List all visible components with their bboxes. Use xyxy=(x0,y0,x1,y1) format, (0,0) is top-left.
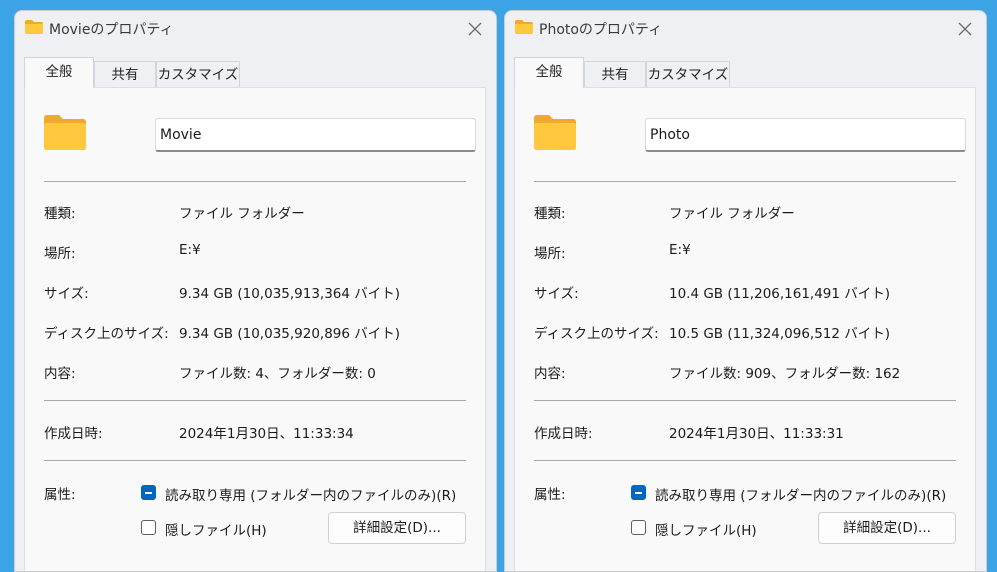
type-label: 種類: xyxy=(44,206,76,222)
hidden-checkbox[interactable] xyxy=(141,520,156,535)
type-value: ファイル フォルダー xyxy=(669,206,795,222)
size-label: サイズ: xyxy=(534,286,579,302)
disk-size-value: 10.5 GB (11,324,096,512 バイト) xyxy=(669,326,891,342)
location-value: E:¥ xyxy=(669,242,691,258)
title-bar[interactable]: Movieのプロパティ xyxy=(15,11,496,47)
created-label: 作成日時: xyxy=(44,426,103,442)
separator xyxy=(534,460,956,461)
large-folder-icon xyxy=(44,114,86,150)
hidden-checkbox[interactable] xyxy=(631,520,646,535)
readonly-label[interactable]: 読み取り専用 (フォルダー内のファイルのみ)(R) xyxy=(165,484,456,504)
readonly-label[interactable]: 読み取り専用 (フォルダー内のファイルのみ)(R) xyxy=(655,484,946,504)
general-panel: 種類: ファイル フォルダー 場所: E:¥ サイズ: 9.34 GB (10,… xyxy=(24,87,486,571)
tab-customize[interactable]: カスタマイズ xyxy=(646,61,730,87)
window-title: Photoのプロパティ xyxy=(539,22,663,38)
properties-window-photo: Photoのプロパティ 全般 共有 カスタマイズ 種類: ファイル フォルダー … xyxy=(504,10,987,572)
general-panel: 種類: ファイル フォルダー 場所: E:¥ サイズ: 10.4 GB (11,… xyxy=(514,87,976,571)
created-value: 2024年1月30日、11:33:31 xyxy=(669,426,844,442)
disk-size-label: ディスク上のサイズ: xyxy=(44,326,169,342)
advanced-button[interactable]: 詳細設定(D)... xyxy=(328,512,466,544)
location-value: E:¥ xyxy=(179,242,201,258)
hidden-label[interactable]: 隠しファイル(H) xyxy=(655,519,757,539)
close-button[interactable] xyxy=(954,18,976,40)
readonly-checkbox[interactable] xyxy=(141,485,156,500)
hidden-label[interactable]: 隠しファイル(H) xyxy=(165,519,267,539)
readonly-checkbox[interactable] xyxy=(631,485,646,500)
contents-label: 内容: xyxy=(534,366,566,382)
separator xyxy=(534,400,956,401)
created-label: 作成日時: xyxy=(534,426,593,442)
separator xyxy=(44,181,466,182)
attributes-label: 属性: xyxy=(534,487,566,503)
separator xyxy=(44,400,466,401)
tab-general[interactable]: 全般 xyxy=(514,57,584,88)
separator xyxy=(534,181,956,182)
size-label: サイズ: xyxy=(44,286,89,302)
close-icon xyxy=(958,22,972,36)
contents-value: ファイル数: 4、フォルダー数: 0 xyxy=(179,366,376,382)
window-title: Movieのプロパティ xyxy=(49,22,174,38)
large-folder-icon xyxy=(534,114,576,150)
size-value: 10.4 GB (11,206,161,491 バイト) xyxy=(669,286,891,302)
title-bar[interactable]: Photoのプロパティ xyxy=(505,11,986,47)
folder-icon xyxy=(25,20,43,34)
close-button[interactable] xyxy=(464,18,486,40)
attributes-label: 属性: xyxy=(44,487,76,503)
created-value: 2024年1月30日、11:33:34 xyxy=(179,426,354,442)
contents-label: 内容: xyxy=(44,366,76,382)
folder-icon xyxy=(515,20,533,34)
advanced-button[interactable]: 詳細設定(D)... xyxy=(818,512,956,544)
properties-window-movie: Movieのプロパティ 全般 共有 カスタマイズ 種類: ファイル フォルダー … xyxy=(14,10,497,572)
type-label: 種類: xyxy=(534,206,566,222)
size-value: 9.34 GB (10,035,913,364 バイト) xyxy=(179,286,401,302)
tab-sharing[interactable]: 共有 xyxy=(584,61,646,87)
type-value: ファイル フォルダー xyxy=(179,206,305,222)
location-label: 場所: xyxy=(44,246,76,262)
tab-customize[interactable]: カスタマイズ xyxy=(156,61,240,87)
tab-general[interactable]: 全般 xyxy=(24,57,94,88)
folder-name-input[interactable] xyxy=(155,118,476,152)
folder-name-input[interactable] xyxy=(645,118,966,152)
disk-size-value: 9.34 GB (10,035,920,896 バイト) xyxy=(179,326,401,342)
separator xyxy=(44,460,466,461)
contents-value: ファイル数: 909、フォルダー数: 162 xyxy=(669,366,901,382)
close-icon xyxy=(468,22,482,36)
location-label: 場所: xyxy=(534,246,566,262)
tab-sharing[interactable]: 共有 xyxy=(94,61,156,87)
disk-size-label: ディスク上のサイズ: xyxy=(534,326,659,342)
